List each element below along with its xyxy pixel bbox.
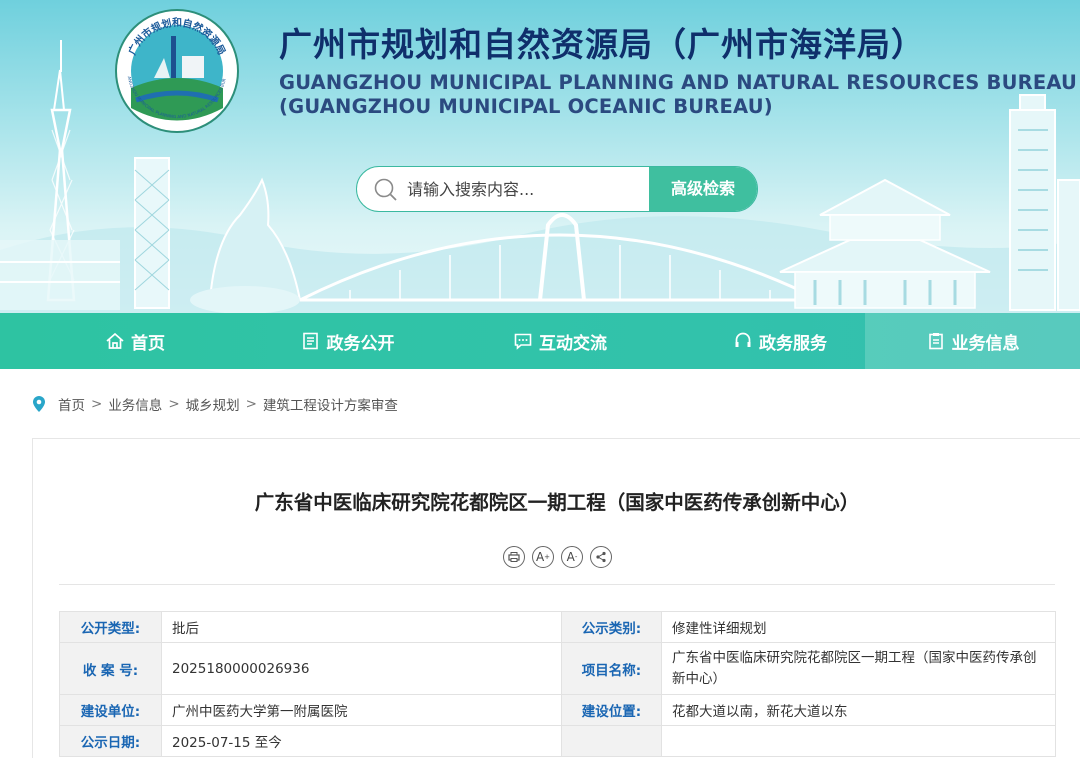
title-divider [59, 584, 1055, 585]
clipboard-icon [928, 333, 943, 350]
breadcrumb-home[interactable]: 首页 [58, 394, 85, 414]
table-row: 公开类型: 批后 公示类别: 修建性详细规划 [59, 611, 1056, 643]
notice-date-label: 公示日期: [59, 725, 162, 757]
advanced-search-button[interactable]: 高级检索 [649, 167, 757, 211]
nav-item-gov-services[interactable]: 政务服务 [695, 313, 865, 369]
search-bar: 高级检索 [356, 166, 758, 212]
builder-value: 广州中医药大学第一附属医院 [161, 694, 562, 726]
site-header: 广州市规划和自然资源局 GUANGZHOU MUNICIPAL PLANNING… [0, 0, 1080, 313]
location-pin-icon [33, 396, 45, 412]
article-title: 广东省中医临床研究院花都院区一期工程（国家中医药传承创新中心） [254, 491, 860, 514]
nav-item-label: 首页 [131, 333, 165, 354]
nav-item-label: 业务信息 [951, 333, 1020, 354]
case-no-label: 收 案 号: [59, 642, 162, 695]
document-icon [302, 332, 318, 350]
breadcrumb-business-info[interactable]: 业务信息 [108, 394, 162, 414]
public-type-value: 批后 [161, 611, 562, 643]
headset-icon [735, 332, 751, 347]
notice-category-value: 修建性详细规划 [661, 611, 1056, 643]
breadcrumb-separator: > [91, 396, 103, 412]
home-icon [106, 332, 124, 349]
nav-item-interaction[interactable]: 互动交流 [425, 313, 695, 369]
nav-item-label: 政务公开 [326, 333, 395, 354]
search-icon [374, 178, 397, 201]
case-no-value: 2025180000026936 [161, 642, 562, 695]
table-row: 公示日期: 2025-07-15 至今 [59, 725, 1056, 757]
breadcrumb-separator: > [168, 396, 180, 412]
nav-item-business-info[interactable]: 业务信息 [865, 313, 1080, 369]
nav-item-label: 互动交流 [539, 333, 607, 354]
bureau-emblem-logo: 广州市规划和自然资源局 GUANGZHOU MUNICIPAL PLANNING… [114, 8, 239, 133]
project-name-label: 项目名称: [561, 642, 662, 695]
breadcrumb-urban-planning[interactable]: 城乡规划 [186, 394, 240, 414]
location-value: 花都大道以南，新花大道以东 [661, 694, 1056, 726]
breadcrumb: 首页 > 业务信息 > 城乡规划 > 建筑工程设计方案审查 [32, 393, 398, 415]
font-smaller-icon[interactable]: A- [561, 546, 583, 568]
project-info-table: 公开类型: 批后 公示类别: 修建性详细规划 收 案 号: 2025180000… [59, 611, 1056, 757]
notice-date-value: 2025-07-15 至今 [161, 725, 562, 757]
font-larger-glyph: A [535, 550, 545, 564]
empty-value-cell [661, 725, 1056, 757]
empty-label-cell [561, 725, 662, 757]
article-panel: 广东省中医临床研究院花都院区一期工程（国家中医药传承创新中心） A + A- 公开… [32, 438, 1080, 758]
site-title-en-line1: GUANGZHOU MUNICIPAL PLANNING AND NATURAL… [279, 71, 1078, 94]
breadcrumb-separator: > [245, 396, 257, 412]
site-title-en-line2: (GUANGZHOU MUNICIPAL OCEANIC BUREAU) [279, 95, 773, 118]
project-name-value: 广东省中医临床研究院花都院区一期工程（国家中医药传承创新中心） [661, 642, 1056, 695]
print-icon[interactable] [503, 546, 525, 568]
breadcrumb-design-review[interactable]: 建筑工程设计方案审查 [263, 394, 398, 414]
notice-category-label: 公示类别: [561, 611, 662, 643]
search-input[interactable] [407, 167, 647, 211]
public-type-label: 公开类型: [59, 611, 162, 643]
nav-item-gov-affairs[interactable]: 政务公开 [270, 313, 425, 369]
main-nav: 首页 政务公开 互动交流 政务服务 业务信息 [0, 313, 1080, 369]
location-label: 建设位置: [561, 694, 662, 726]
site-title-cn: 广州市规划和自然资源局（广州市海洋局） [279, 25, 925, 64]
article-tools: A + A- [503, 546, 612, 568]
table-row: 收 案 号: 2025180000026936 项目名称: 广东省中医临床研究院… [59, 642, 1056, 695]
chat-icon [514, 333, 532, 350]
table-row: 建设单位: 广州中医药大学第一附属医院 建设位置: 花都大道以南，新花大道以东 [59, 694, 1056, 726]
builder-label: 建设单位: [59, 694, 162, 726]
nav-item-home[interactable]: 首页 [0, 313, 270, 369]
font-larger-icon[interactable]: A + [532, 546, 554, 568]
share-icon[interactable] [590, 546, 612, 568]
font-smaller-glyph: A [566, 550, 575, 564]
nav-item-label: 政务服务 [759, 333, 827, 354]
